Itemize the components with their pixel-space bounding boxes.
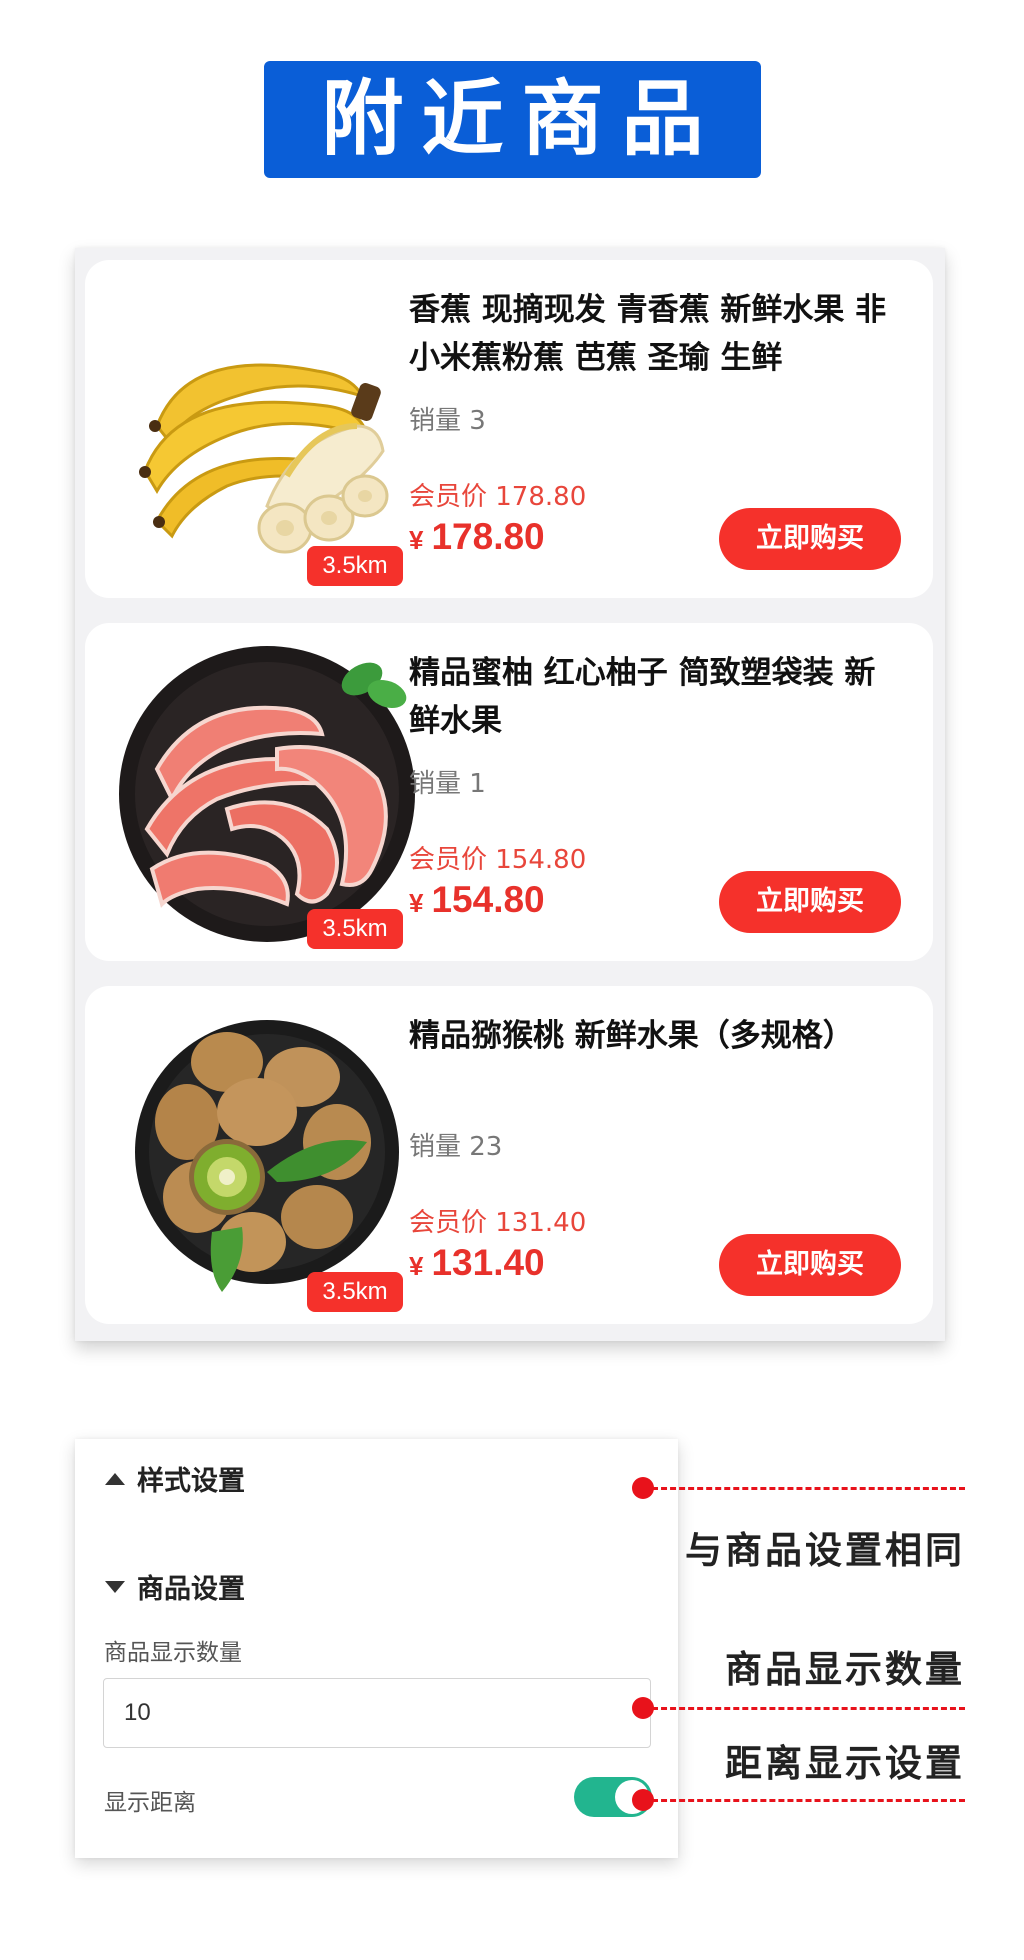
buy-now-button[interactable]: 立即购买 — [719, 871, 901, 933]
product-price: ¥131.40 — [409, 1242, 545, 1284]
page-title: 附近商品 — [321, 71, 722, 167]
annotation-line — [652, 1799, 965, 1802]
product-title[interactable]: 香蕉 现摘现发 青香蕉 新鲜水果 非小米蕉粉蕉 芭蕉 圣瑜 生鲜 — [409, 286, 899, 382]
product-title[interactable]: 精品蜜柚 红心柚子 简致塑袋装 新鲜水果 — [409, 649, 899, 745]
product-image-banana[interactable]: 3.5km — [117, 276, 423, 586]
pomelo-image — [119, 646, 415, 942]
sales-count: 销量 3 — [409, 406, 486, 436]
distance-badge: 3.5km — [307, 546, 403, 586]
distance-badge: 3.5km — [307, 1272, 403, 1312]
page-title-banner: 附近商品 — [264, 61, 761, 178]
price-amount: 131.40 — [431, 1242, 545, 1283]
price-amount: 154.80 — [431, 879, 545, 920]
style-settings-header[interactable]: 样式设置 — [105, 1459, 245, 1498]
product-settings-label: 商品设置 — [137, 1574, 245, 1605]
banana-image — [139, 363, 389, 554]
member-price: 会员价 131.40 — [409, 1208, 587, 1238]
sales-count: 销量 1 — [409, 769, 486, 799]
product-count-input[interactable] — [103, 1678, 651, 1748]
product-list-preview: 3.5km 香蕉 现摘现发 青香蕉 新鲜水果 非小米蕉粉蕉 芭蕉 圣瑜 生鲜 销… — [75, 248, 945, 1341]
collapse-arrow-icon — [105, 1472, 125, 1485]
annotation-dot — [632, 1477, 654, 1499]
currency-symbol: ¥ — [409, 525, 424, 555]
product-card[interactable]: 3.5km 香蕉 现摘现发 青香蕉 新鲜水果 非小米蕉粉蕉 芭蕉 圣瑜 生鲜 销… — [85, 260, 933, 598]
annotation-line — [652, 1707, 965, 1710]
buy-now-button[interactable]: 立即购买 — [719, 1234, 901, 1296]
kiwi-image — [135, 1020, 399, 1292]
distance-toggle-label: 显示距离 — [104, 1790, 196, 1816]
product-card[interactable]: 3.5km 精品猕猴桃 新鲜水果（多规格） 销量 23 会员价 131.40 ¥… — [85, 986, 933, 1324]
product-image-kiwi[interactable]: 3.5km — [117, 1002, 423, 1312]
product-price: ¥178.80 — [409, 516, 545, 558]
product-price: ¥154.80 — [409, 879, 545, 921]
annotation-count-note: 商品显示数量 — [725, 1648, 965, 1691]
member-price: 会员价 178.80 — [409, 482, 587, 512]
currency-symbol: ¥ — [409, 1251, 424, 1281]
count-field-label: 商品显示数量 — [104, 1640, 242, 1666]
member-price: 会员价 154.80 — [409, 845, 587, 875]
product-card[interactable]: 3.5km 精品蜜柚 红心柚子 简致塑袋装 新鲜水果 销量 1 会员价 154.… — [85, 623, 933, 961]
distance-badge: 3.5km — [307, 909, 403, 949]
annotation-distance-note: 距离显示设置 — [725, 1742, 965, 1785]
annotation-dot — [632, 1789, 654, 1811]
buy-now-button[interactable]: 立即购买 — [719, 508, 901, 570]
sales-count: 销量 23 — [409, 1132, 503, 1162]
annotation-line — [652, 1487, 965, 1490]
annotation-style-note: 与商品设置相同 — [685, 1529, 965, 1572]
annotation-dot — [632, 1697, 654, 1719]
product-settings-header[interactable]: 商品设置 — [105, 1567, 245, 1606]
product-title[interactable]: 精品猕猴桃 新鲜水果（多规格） — [409, 1012, 899, 1060]
settings-panel: 样式设置 商品设置 商品显示数量 显示距离 — [75, 1439, 678, 1858]
currency-symbol: ¥ — [409, 888, 424, 918]
expand-arrow-icon — [105, 1580, 125, 1593]
style-settings-label: 样式设置 — [137, 1466, 245, 1497]
product-image-pomelo[interactable]: 3.5km — [117, 639, 423, 949]
price-amount: 178.80 — [431, 516, 545, 557]
